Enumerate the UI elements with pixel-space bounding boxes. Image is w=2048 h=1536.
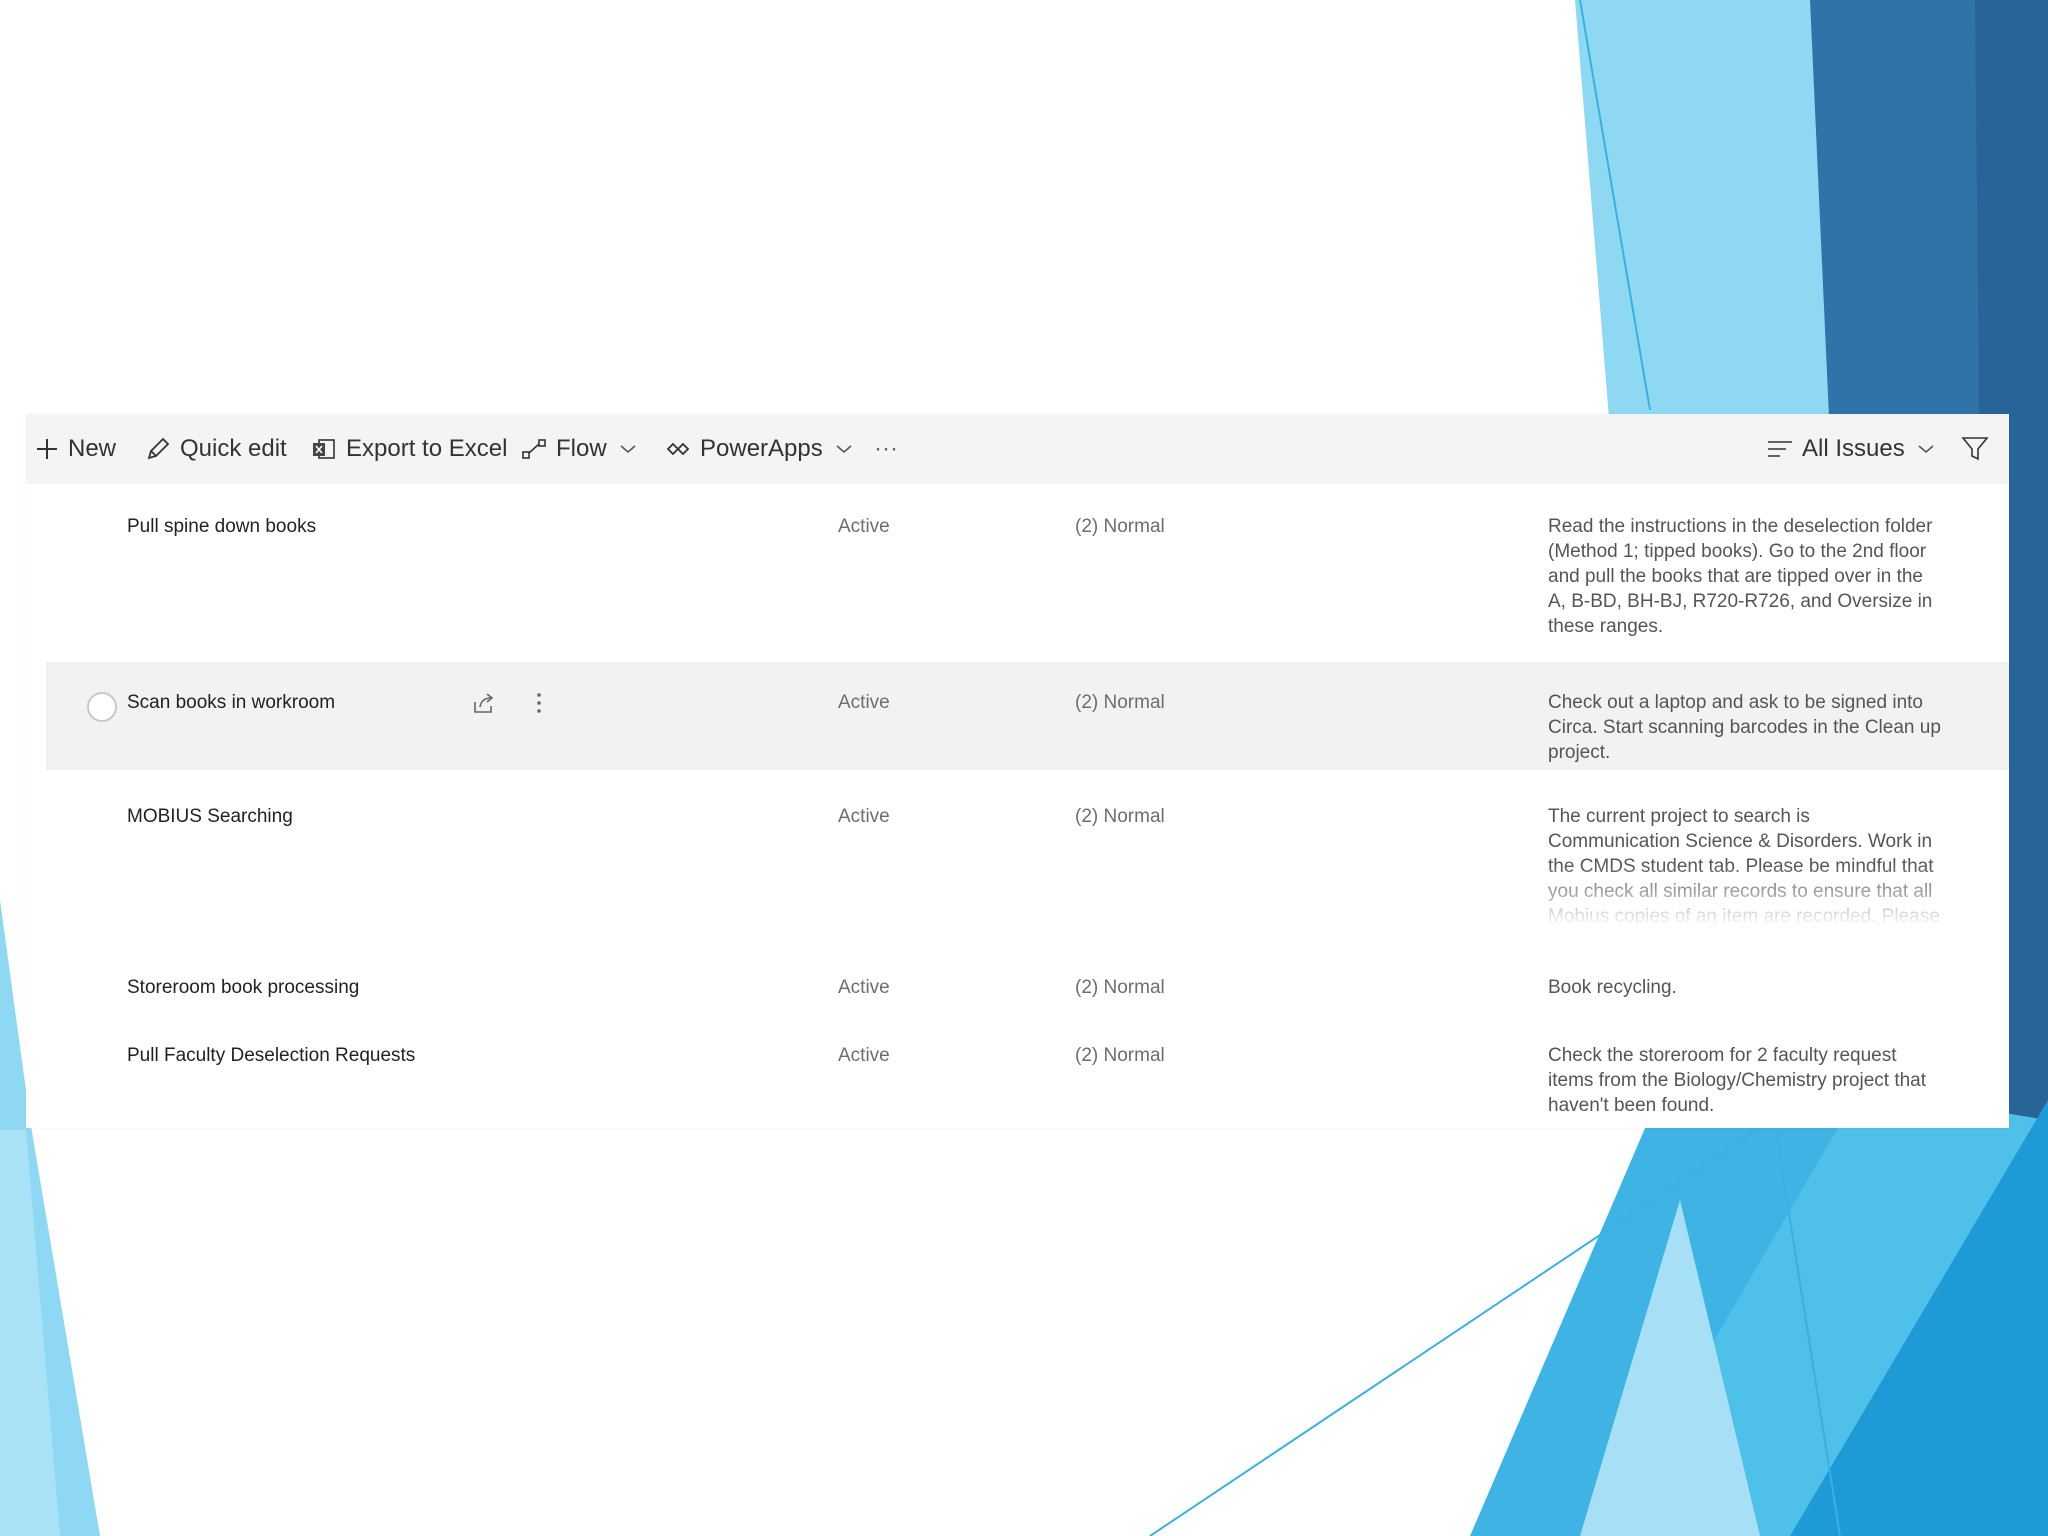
row-priority: (2) Normal [1075, 516, 1165, 537]
row-priority: (2) Normal [1075, 977, 1165, 998]
command-bar: New Quick edit Export to Excel Flow Powe… [26, 414, 2009, 484]
excel-icon [310, 435, 338, 463]
row-title[interactable]: Pull Faculty Deselection Requests [127, 1043, 415, 1068]
row-description: Read the instructions in the deselection… [1548, 516, 1933, 637]
flow-label: Flow [556, 435, 607, 462]
more-vertical-icon[interactable] [535, 690, 543, 721]
row-priority: (2) Normal [1075, 692, 1165, 713]
row-description: The current project to search is Communi… [1548, 806, 1940, 924]
more-icon: ··· [874, 435, 898, 462]
sharepoint-list-panel: New Quick edit Export to Excel Flow Powe… [26, 414, 2009, 1128]
list-row[interactable]: Scan books in workroom Active (2) Normal… [46, 662, 2009, 770]
list-row[interactable]: Pull Faculty Deselection Requests Active… [46, 1012, 2009, 1122]
list-row[interactable]: MOBIUS Searching Active (2) Normal The c… [46, 770, 2009, 944]
view-selector[interactable]: All Issues [1766, 414, 1935, 484]
powerapps-label: PowerApps [700, 435, 823, 462]
share-icon[interactable] [471, 690, 497, 721]
new-button[interactable]: New [34, 414, 116, 484]
more-options-button[interactable]: ··· [874, 414, 898, 484]
row-title[interactable]: Pull spine down books [127, 514, 316, 539]
quick-edit-label: Quick edit [180, 435, 287, 462]
row-select-checkbox[interactable] [87, 692, 117, 722]
pencil-icon [144, 435, 172, 463]
flow-button[interactable]: Flow [520, 414, 637, 484]
row-priority: (2) Normal [1075, 1045, 1165, 1066]
view-list-icon [1766, 438, 1794, 460]
powerapps-button[interactable]: PowerApps [664, 414, 853, 484]
row-status: Active [838, 516, 890, 537]
row-description: Book recycling. [1548, 977, 1677, 998]
row-priority: (2) Normal [1075, 806, 1165, 827]
plus-icon [34, 436, 60, 462]
flow-icon [520, 435, 548, 463]
slide: New Quick edit Export to Excel Flow Powe… [0, 0, 2048, 1536]
chevron-down-icon [1917, 443, 1935, 455]
list-row[interactable]: Storeroom book processing Active (2) Nor… [46, 944, 2009, 1012]
export-to-excel-label: Export to Excel [346, 435, 508, 462]
filter-button[interactable] [1960, 414, 1990, 484]
row-description: Check the storeroom for 2 faculty reques… [1548, 1045, 1927, 1116]
row-status: Active [838, 806, 890, 827]
list-row[interactable]: Pull spine down books Active (2) Normal … [46, 484, 2009, 646]
quick-edit-button[interactable]: Quick edit [144, 414, 287, 484]
filter-icon [1960, 434, 1990, 464]
row-status: Active [838, 1045, 890, 1066]
view-selector-label: All Issues [1802, 435, 1905, 462]
export-to-excel-button[interactable]: Export to Excel [310, 414, 507, 484]
row-status: Active [838, 977, 890, 998]
row-title[interactable]: Storeroom book processing [127, 975, 359, 1000]
chevron-down-icon [835, 443, 853, 455]
new-button-label: New [68, 435, 117, 462]
powerapps-icon [664, 435, 692, 463]
row-title[interactable]: MOBIUS Searching [127, 804, 293, 829]
chevron-down-icon [619, 443, 637, 455]
row-status: Active [838, 692, 890, 713]
row-title[interactable]: Scan books in workroom [127, 690, 335, 715]
row-description: Check out a laptop and ask to be signed … [1548, 692, 1941, 763]
